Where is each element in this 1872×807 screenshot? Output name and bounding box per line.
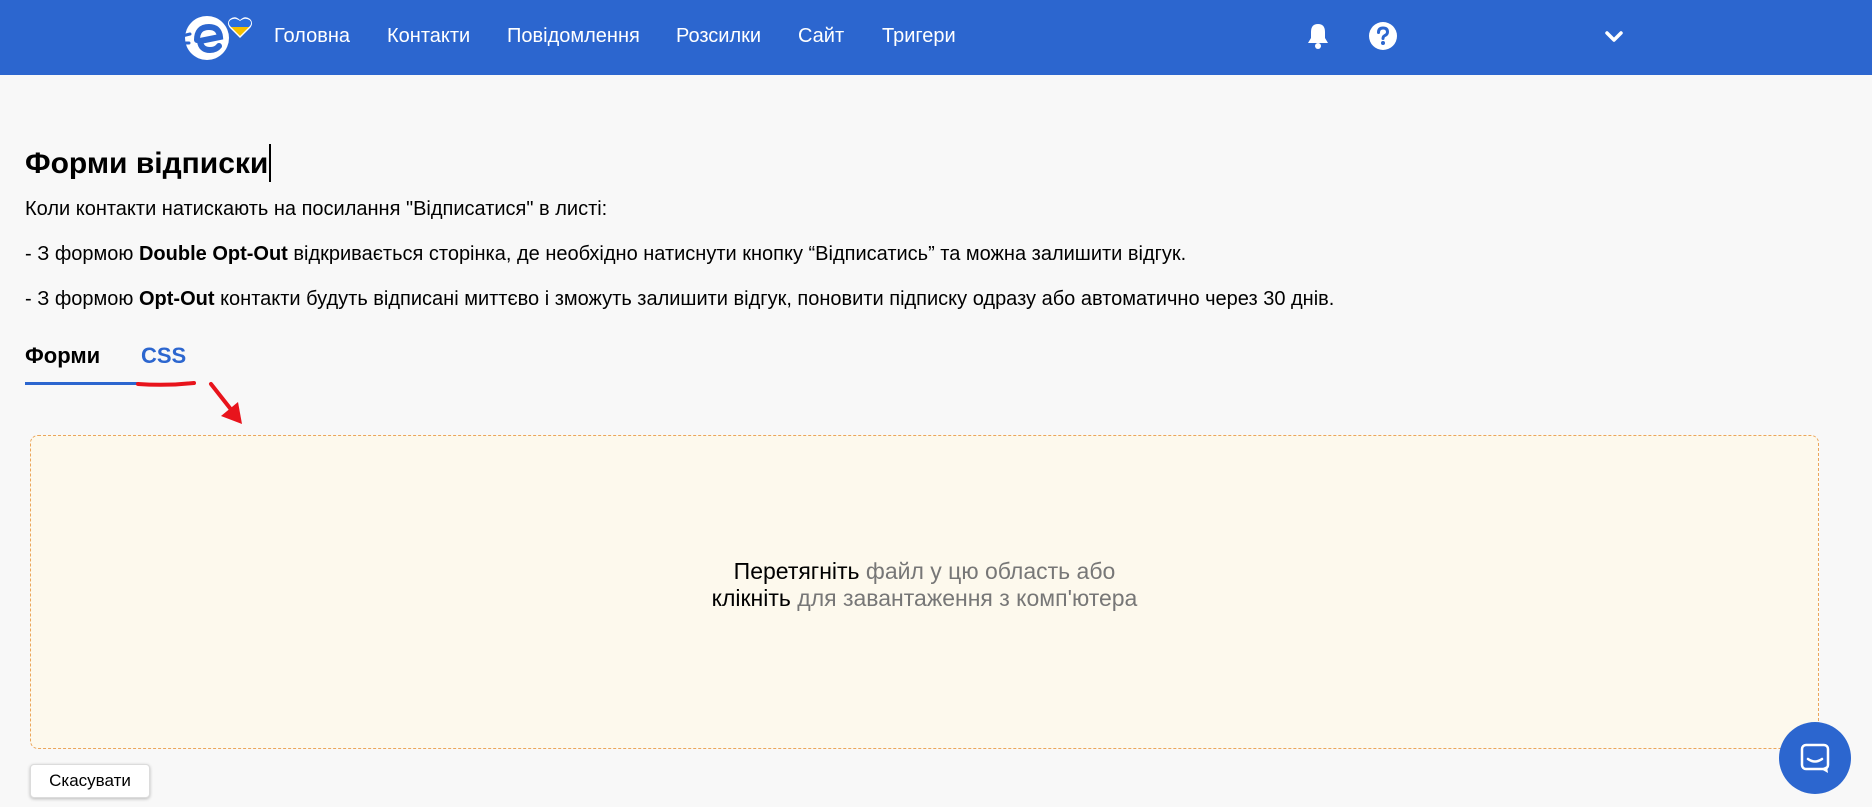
annotation-underline (136, 381, 196, 387)
dropzone-line-click: клікніть для завантаження з комп'ютера (31, 585, 1818, 612)
dropzone-click-strong[interactable]: клікніть (712, 585, 791, 611)
dropzone-instructions: Перетягніть файл у цю область або клікні… (31, 558, 1818, 612)
nav-home[interactable]: Головна (274, 24, 350, 48)
annotation-arrow-icon (209, 382, 242, 424)
double-opt-out-description: - З формою Double Opt-Out відкривається … (25, 242, 1186, 266)
nav-contacts[interactable]: Контакти (387, 24, 470, 48)
intro-text: Коли контакти натискають на посилання "В… (25, 198, 608, 220)
page-title-text: Форми відписки (25, 147, 269, 180)
active-tab-indicator (25, 382, 139, 385)
opt-out-term: Opt-Out (138, 288, 215, 310)
page-title: Форми відписки (25, 144, 272, 184)
logo-icon[interactable] (180, 10, 256, 65)
double-opt-out-prefix: - З формою (25, 243, 139, 265)
bell-icon[interactable] (1302, 20, 1334, 52)
dropzone-drag-rest: файл у цю область або (859, 558, 1116, 584)
tab-css[interactable]: CSS (141, 342, 186, 370)
chat-launcher-button[interactable] (1779, 722, 1851, 794)
nav-triggers[interactable]: Тригери (882, 24, 956, 48)
chat-icon (1800, 743, 1830, 773)
opt-out-description: - З формою Opt-Out контакти будуть відпи… (25, 287, 1334, 311)
nav-campaigns[interactable]: Розсилки (676, 24, 761, 48)
help-icon[interactable] (1367, 20, 1399, 52)
dropzone-line-drag: Перетягніть файл у цю область або (31, 558, 1818, 585)
nav-messages[interactable]: Повідомлення (507, 24, 640, 48)
dropzone-drag-strong: Перетягніть (733, 558, 860, 584)
tab-forms[interactable]: Форми (25, 342, 100, 370)
chevron-down-icon[interactable] (1598, 22, 1630, 54)
double-opt-out-suffix: відкривається сторінка, де необхідно нат… (287, 243, 1187, 265)
dropzone-click-rest: для завантаження з комп'ютера (790, 585, 1138, 611)
file-dropzone[interactable]: Перетягніть файл у цю область або клікні… (30, 435, 1819, 749)
nav-site[interactable]: Сайт (798, 24, 844, 48)
text-cursor (269, 144, 272, 182)
double-opt-out-term: Double Opt-Out (138, 243, 288, 265)
opt-out-suffix: контакти будуть відписані миттєво і змож… (214, 288, 1335, 310)
cancel-button[interactable]: Скасувати (30, 764, 150, 798)
opt-out-prefix: - З формою (25, 288, 139, 310)
top-navigation-bar: Головна Контакти Повідомлення Розсилки С… (0, 0, 1872, 75)
